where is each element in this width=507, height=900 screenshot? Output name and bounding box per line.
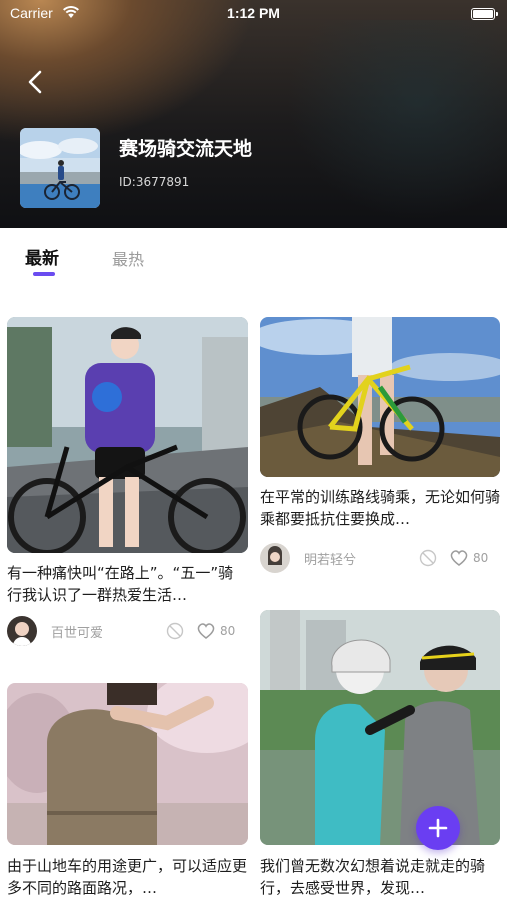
create-post-button[interactable] xyxy=(416,806,460,850)
post-image xyxy=(260,317,500,477)
block-icon[interactable] xyxy=(166,622,184,640)
post-meta: 明若轻兮 80 xyxy=(260,543,500,575)
like-count: 80 xyxy=(220,624,236,638)
battery-icon xyxy=(471,8,498,20)
post-card[interactable]: 有一种痛快叫“在路上”。“五一”骑行我认识了一群热爱生活… 百世可爱 80 xyxy=(7,317,248,647)
avatar xyxy=(7,616,37,646)
post-image xyxy=(7,317,248,553)
tab-hot[interactable]: 最热 xyxy=(112,246,144,270)
heart-icon[interactable] xyxy=(449,549,469,567)
author-name: 明若轻兮 xyxy=(304,553,357,568)
heart-icon[interactable] xyxy=(196,622,216,640)
status-bar: Carrier 1:12 PM xyxy=(0,0,507,28)
tab-latest[interactable]: 最新 xyxy=(25,244,59,269)
post-text: 由于山地车的用途更广，可以适应更多不同的路面路况，… xyxy=(7,857,248,897)
post-image xyxy=(7,683,248,845)
post-text: 在平常的训练路线骑乘，无论如何骑乘都要抵抗住要换成… xyxy=(260,488,500,528)
tab-bar: 最新 最热 xyxy=(0,228,507,288)
avatar xyxy=(260,543,290,573)
block-icon[interactable] xyxy=(419,549,437,567)
post-card[interactable]: 我们曾无数次幻想着说走就走的骑行，去感受世界，发现… xyxy=(260,610,500,900)
group-header: Carrier 1:12 PM 赛场骑交流天地 ID:3677891 xyxy=(0,0,507,228)
post-card[interactable]: 在平常的训练路线骑乘，无论如何骑乘都要抵抗住要换成… 明若轻兮 80 xyxy=(260,317,500,577)
post-text: 有一种痛快叫“在路上”。“五一”骑行我认识了一群热爱生活… xyxy=(7,564,234,604)
author-name: 百世可爱 xyxy=(51,626,104,641)
group-cover-image xyxy=(20,128,100,208)
like-count: 80 xyxy=(473,551,489,565)
post-card[interactable]: 由于山地车的用途更广，可以适应更多不同的路面路况，… xyxy=(7,683,248,900)
post-image xyxy=(260,610,500,845)
clock: 1:12 PM xyxy=(227,5,280,21)
back-icon[interactable] xyxy=(20,66,52,98)
tab-active-indicator xyxy=(33,272,55,276)
post-text: 我们曾无数次幻想着说走就走的骑行，去感受世界，发现… xyxy=(260,857,486,897)
group-id: ID:3677891 xyxy=(119,175,190,189)
group-title: 赛场骑交流天地 xyxy=(119,138,253,160)
post-meta: 百世可爱 80 xyxy=(7,616,248,648)
plus-icon xyxy=(428,818,448,838)
